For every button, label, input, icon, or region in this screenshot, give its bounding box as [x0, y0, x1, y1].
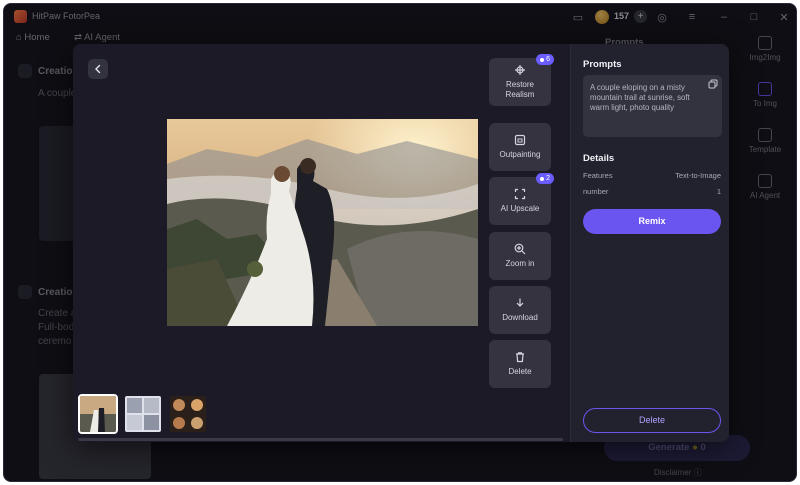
app-window: HitPaw FotorPea ▭ 157 + ◎ ≡ – □ ✕ ⌂ Home…	[3, 3, 797, 482]
thumbnail-scrollbar[interactable]	[78, 438, 563, 441]
detail-row-features: Features Text-to-Image	[583, 171, 721, 180]
couple-photo-image	[167, 119, 478, 326]
main-photo	[167, 119, 478, 326]
remix-button[interactable]: Remix	[583, 209, 721, 234]
restore-realism-button[interactable]: Restore Realism 6	[489, 54, 554, 106]
prompts-title: Prompts	[583, 59, 622, 70]
detail-value: Text-to-Image	[675, 171, 721, 180]
chevron-left-icon	[95, 64, 101, 74]
restore-icon	[515, 65, 525, 75]
credit-badge: 2	[536, 173, 554, 184]
thumbnail-couple-image	[80, 396, 116, 432]
badge-count: 6	[546, 56, 550, 63]
tool-label: Restore Realism	[505, 80, 535, 99]
zoom-in-icon	[514, 243, 526, 255]
delete-tool-button[interactable]: Delete	[489, 340, 551, 388]
detail-row-number: number 1	[583, 187, 721, 196]
image-detail-modal: Restore Realism 6 Outpainting AI Upscale…	[73, 44, 729, 442]
tool-label: AI Upscale	[500, 204, 540, 213]
prompt-box: A couple eloping on a misty mountain tra…	[583, 75, 722, 137]
coin-dot-icon	[540, 176, 545, 181]
outpainting-button[interactable]: Outpainting	[489, 123, 551, 171]
ai-upscale-button[interactable]: AI Upscale 2	[489, 173, 554, 225]
copy-icon[interactable]	[708, 79, 718, 89]
download-button[interactable]: Download	[489, 286, 551, 334]
detail-key: Features	[583, 171, 613, 180]
thumbnail-portraits[interactable]	[168, 394, 208, 434]
delete-button[interactable]: Delete	[583, 408, 721, 433]
trash-icon	[516, 352, 524, 363]
credit-badge: 6	[536, 54, 554, 65]
thumbnail-grid-image	[125, 396, 161, 432]
upscale-icon	[514, 188, 526, 200]
tool-label: Download	[502, 313, 538, 322]
back-button[interactable]	[88, 59, 108, 79]
detail-value: 1	[716, 187, 721, 196]
tool-label: Outpainting	[499, 150, 541, 159]
prompt-text: A couple eloping on a misty mountain tra…	[590, 83, 690, 112]
image-viewer: Restore Realism 6 Outpainting AI Upscale…	[73, 44, 570, 442]
coin-dot-icon	[540, 57, 545, 62]
details-panel: Prompts A couple eloping on a misty moun…	[570, 44, 729, 442]
thumbnail-grid[interactable]	[123, 394, 163, 434]
details-title: Details	[583, 153, 615, 164]
thumbnail-strip	[78, 394, 208, 434]
badge-count: 2	[546, 175, 550, 182]
zoom-in-button[interactable]: Zoom in	[489, 232, 551, 280]
detail-key: number	[583, 187, 609, 196]
thumbnail-couple[interactable]	[78, 394, 118, 434]
thumbnail-portraits-image	[170, 396, 206, 432]
tool-label: Zoom in	[505, 259, 535, 268]
download-icon	[516, 298, 524, 307]
tool-label: Delete	[508, 367, 532, 376]
outpainting-icon	[514, 134, 526, 146]
